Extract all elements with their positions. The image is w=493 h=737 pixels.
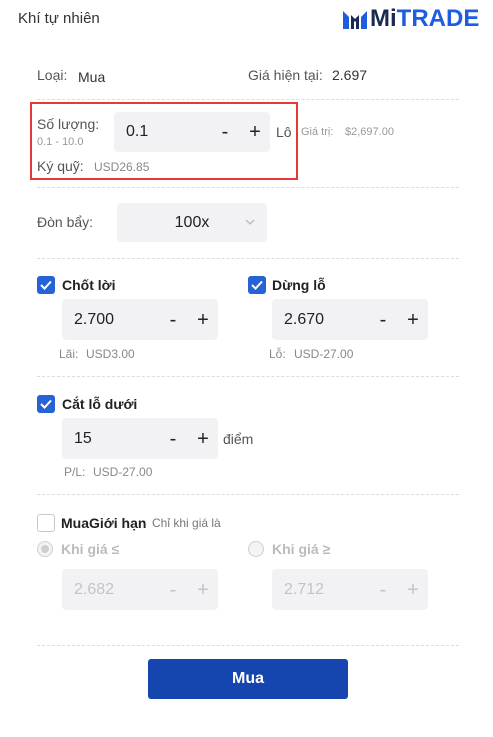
quantity-stepper[interactable]: 0.1 - + — [114, 112, 270, 152]
buy-button[interactable]: Mua — [148, 659, 348, 699]
price-above-stepper[interactable]: 2.712 - + — [272, 569, 428, 610]
quantity-label: Số lượng: — [37, 116, 100, 132]
type-label: Loại: — [37, 67, 68, 83]
contract-value-amount: $2,697.00 — [345, 126, 394, 138]
take-profit-increase-button[interactable]: + — [188, 310, 218, 330]
limit-order-checkbox[interactable] — [37, 514, 55, 532]
take-profit-label: Chốt lời — [62, 277, 116, 293]
type-value: Mua — [78, 69, 106, 85]
check-icon — [40, 399, 52, 409]
trailing-stop-decrease-button[interactable]: - — [158, 429, 188, 449]
stop-loss-label: Dừng lỗ — [272, 277, 326, 293]
check-icon — [251, 280, 263, 290]
quantity-input[interactable]: 0.1 — [114, 123, 210, 141]
margin-label: Ký quỹ: — [37, 158, 84, 174]
logo-text-trade: TRADE — [396, 5, 480, 32]
quantity-unit: Lô — [276, 124, 292, 140]
price-above-radio[interactable] — [248, 541, 264, 557]
quantity-decrease-button[interactable]: - — [210, 122, 240, 142]
divider — [37, 645, 459, 646]
divider — [37, 187, 459, 188]
price-below-stepper[interactable]: 2.682 - + — [62, 569, 218, 610]
divider — [37, 258, 459, 259]
trailing-stop-stepper[interactable]: 15 - + — [62, 418, 218, 459]
trailing-stop-increase-button[interactable]: + — [188, 429, 218, 449]
check-icon — [40, 280, 52, 290]
divider — [37, 494, 459, 495]
price-above-increase-button[interactable]: + — [398, 580, 428, 600]
stop-loss-stepper[interactable]: 2.670 - + — [272, 299, 428, 340]
take-profit-input[interactable]: 2.700 — [62, 311, 158, 329]
take-profit-checkbox[interactable] — [37, 276, 55, 294]
trailing-stop-checkbox[interactable] — [37, 395, 55, 413]
trailing-stop-label: Cắt lỗ dưới — [62, 396, 138, 412]
mitrade-logo: Mi TRADE — [341, 5, 479, 33]
margin-value: USD26.85 — [94, 160, 150, 174]
price-below-decrease-button[interactable]: - — [158, 580, 188, 600]
trailing-stop-input[interactable]: 15 — [62, 430, 158, 448]
take-profit-sub-value: USD3.00 — [86, 347, 135, 361]
price-above-decrease-button[interactable]: - — [368, 580, 398, 600]
price-above-label: Khi giá ≥ — [272, 541, 331, 557]
leverage-select[interactable]: 100x — [117, 203, 267, 242]
mitrade-logo-icon — [343, 11, 367, 29]
stop-loss-input[interactable]: 2.670 — [272, 311, 368, 329]
trailing-stop-unit: điểm — [223, 431, 254, 447]
price-below-radio[interactable] — [37, 541, 53, 557]
chevron-down-icon — [245, 219, 255, 225]
leverage-label: Đòn bẩy: — [37, 214, 94, 230]
take-profit-sub-label: Lãi: — [59, 347, 79, 361]
price-below-label: Khi giá ≤ — [61, 541, 120, 557]
take-profit-stepper[interactable]: 2.700 - + — [62, 299, 218, 340]
stop-loss-sub-label: Lỗ: — [269, 347, 286, 361]
stop-loss-sub-value: USD-27.00 — [294, 347, 354, 361]
quantity-increase-button[interactable]: + — [240, 122, 270, 142]
divider — [37, 376, 459, 377]
limit-order-hint: Chỉ khi giá là — [152, 516, 221, 530]
trailing-stop-sub-value: USD-27.00 — [93, 465, 153, 479]
stop-loss-decrease-button[interactable]: - — [368, 310, 398, 330]
page-title: Khí tự nhiên — [18, 10, 100, 27]
price-above-input[interactable]: 2.712 — [272, 581, 368, 599]
limit-order-label: MuaGiới hạn — [61, 515, 147, 531]
contract-value-label: Giá trị: — [301, 126, 334, 138]
quantity-range: 0.1 - 10.0 — [37, 136, 84, 148]
stop-loss-checkbox[interactable] — [248, 276, 266, 294]
current-price-value: 2.697 — [332, 67, 368, 83]
leverage-value: 100x — [174, 213, 210, 231]
price-below-input[interactable]: 2.682 — [62, 581, 158, 599]
trailing-stop-sub-label: P/L: — [64, 465, 86, 479]
price-below-increase-button[interactable]: + — [188, 580, 218, 600]
current-price-label: Giá hiện tại: — [248, 67, 323, 83]
take-profit-decrease-button[interactable]: - — [158, 310, 188, 330]
stop-loss-increase-button[interactable]: + — [398, 310, 428, 330]
logo-text-mi: Mi — [370, 5, 397, 32]
divider — [37, 99, 459, 100]
